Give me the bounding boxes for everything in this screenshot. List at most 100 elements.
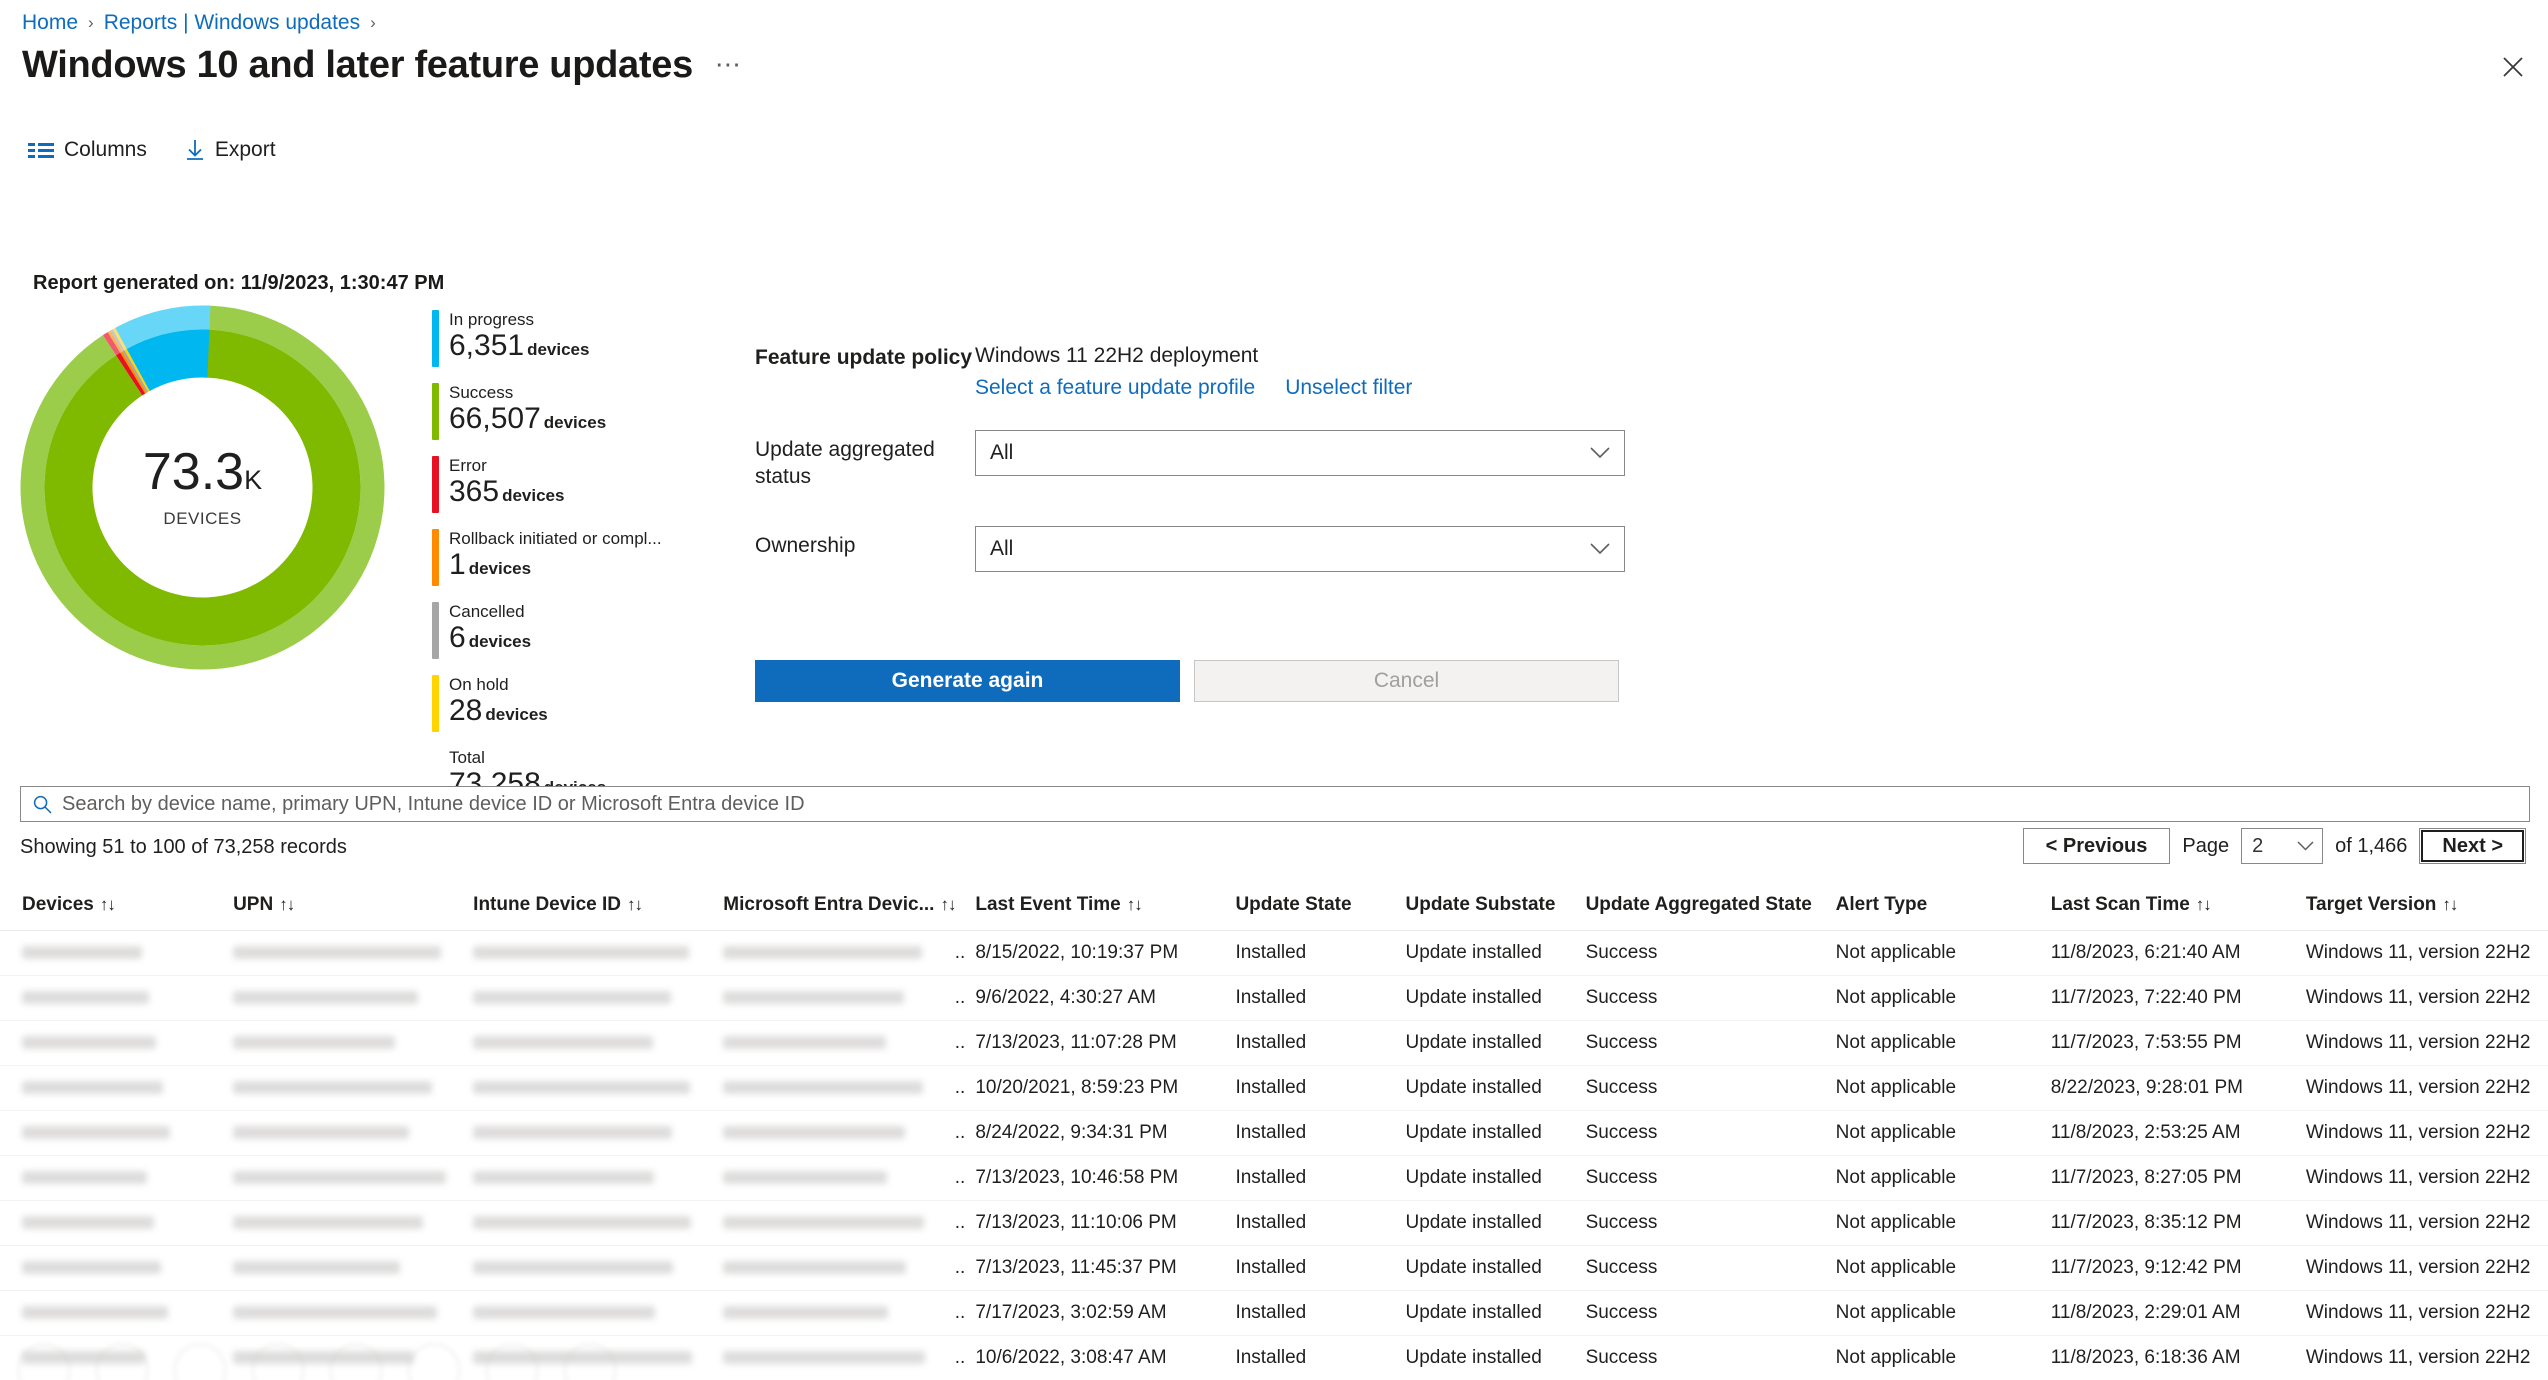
- cell-alert-type: Not applicable: [1827, 975, 2043, 1021]
- column-header-upn[interactable]: UPN ↑↓: [225, 888, 466, 931]
- column-header-last-scan-time[interactable]: Last Scan Time ↑↓: [2042, 888, 2298, 931]
- cell-last-event-time: 8/24/2022, 9:34:31 PM: [967, 1110, 1228, 1156]
- redacted-value: [723, 1036, 887, 1050]
- export-button[interactable]: Export: [183, 134, 278, 166]
- cell-entra-device-id: [715, 975, 946, 1021]
- cell-alert-type: Not applicable: [1827, 1290, 2043, 1336]
- table-row[interactable]: .. 8/15/2022, 10:19:37 PM Installed Update …: [0, 930, 2548, 976]
- cell-last-scan-time: 11/7/2023, 9:12:42 PM: [2042, 1245, 2298, 1291]
- cell-alert-type: Not applicable: [1827, 1335, 2043, 1380]
- generate-again-button[interactable]: Generate again: [755, 660, 1180, 702]
- table-row[interactable]: .. 7/17/2023, 3:02:59 AM Installed Update i…: [0, 1290, 2548, 1336]
- legend-value: 66,507 devices: [449, 402, 607, 435]
- close-icon[interactable]: [2496, 50, 2530, 84]
- select-feature-update-profile-link[interactable]: Select a feature update profile: [975, 376, 1255, 400]
- ownership-select[interactable]: All: [975, 526, 1625, 572]
- column-header-update-aggregated-state[interactable]: Update Aggregated State: [1577, 888, 1828, 931]
- cell-update-aggregated-state: Success: [1577, 1065, 1828, 1111]
- table-row[interactable]: .. 9/6/2022, 4:30:27 AM Installed Update in…: [0, 975, 2548, 1021]
- status-donut-chart: 73.3K DEVICES: [20, 305, 385, 670]
- table-row[interactable]: .. 8/24/2022, 9:34:31 PM Installed Update i…: [0, 1110, 2548, 1156]
- cell-intune-device-id: [465, 1065, 716, 1111]
- redacted-value: [22, 1036, 156, 1050]
- search-bar[interactable]: [20, 786, 2530, 822]
- chevron-down-icon-2: [1590, 543, 1610, 555]
- legend-item-on-hold[interactable]: On hold 28 devices: [432, 675, 702, 732]
- legend-item-error[interactable]: Error 365 devices: [432, 456, 702, 513]
- breadcrumb: Home › Reports | Windows updates ›: [22, 10, 376, 36]
- table-row[interactable]: .. 7/13/2023, 11:10:06 PM Installed Update …: [0, 1200, 2548, 1246]
- cancel-button[interactable]: Cancel: [1194, 660, 1619, 702]
- table-row[interactable]: .. 7/13/2023, 10:46:58 PM Installed Update …: [0, 1155, 2548, 1201]
- cell-devices: [0, 1290, 226, 1336]
- breadcrumb-item-reports[interactable]: Reports | Windows updates: [104, 10, 360, 36]
- legend-color-swatch: [432, 310, 439, 367]
- page-number-value: 2: [2252, 834, 2264, 857]
- redacted-value: [233, 1306, 438, 1320]
- cell-overflow-ellipsis: ..: [945, 1290, 968, 1336]
- redacted-value: [22, 1306, 168, 1320]
- cell-target-version: Windows 11, version 22H2: [2297, 1290, 2548, 1336]
- legend-value: 365 devices: [449, 475, 565, 508]
- aggregated-status-select[interactable]: All: [975, 430, 1625, 476]
- redacted-value: [473, 1261, 674, 1275]
- cell-update-state: Installed: [1227, 930, 1398, 976]
- devices-table: Devices ↑↓ UPN ↑↓ Intune Device ID ↑↓ Micro…: [0, 888, 2548, 1380]
- legend-color-swatch: [432, 602, 439, 659]
- column-header-devices[interactable]: Devices ↑↓: [0, 888, 226, 931]
- cell-intune-device-id: [465, 1200, 716, 1246]
- cell-overflow-ellipsis: ..: [945, 930, 968, 976]
- column-header-update-state[interactable]: Update State: [1227, 888, 1398, 931]
- columns-button[interactable]: Columns: [26, 134, 149, 166]
- legend-value: 1 devices: [449, 548, 532, 581]
- records-count-text: Showing 51 to 100 of 73,258 records: [20, 836, 347, 858]
- cell-devices: [0, 1110, 226, 1156]
- cell-last-scan-time: 11/7/2023, 8:35:12 PM: [2042, 1200, 2298, 1246]
- ownership-label: Ownership: [755, 534, 856, 557]
- page-number-select[interactable]: 2: [2241, 828, 2324, 864]
- previous-page-button[interactable]: < Previous: [2022, 828, 2171, 864]
- sort-icon: ↑↓: [2195, 895, 2212, 914]
- column-header-entra-device-id[interactable]: Microsoft Entra Devic... ↑↓: [715, 888, 956, 931]
- cell-overflow-ellipsis: ..: [945, 1155, 968, 1201]
- search-input[interactable]: [62, 792, 2517, 816]
- cell-target-version: Windows 11, version 22H2: [2297, 1245, 2548, 1291]
- columns-icon: [28, 141, 54, 159]
- cell-alert-type: Not applicable: [1827, 1110, 2043, 1156]
- table-row[interactable]: .. 7/13/2023, 11:07:28 PM Installed Update …: [0, 1020, 2548, 1066]
- legend-item-in-progress[interactable]: In progress 6,351 devices: [432, 310, 702, 367]
- column-header-update-substate[interactable]: Update Substate: [1397, 888, 1578, 931]
- redacted-value: [22, 1081, 163, 1095]
- next-page-button[interactable]: Next >: [2419, 828, 2526, 864]
- cell-entra-device-id: [715, 1200, 946, 1246]
- column-header-intune-device-id[interactable]: Intune Device ID ↑↓: [465, 888, 716, 931]
- column-header-last-event-time[interactable]: Last Event Time ↑↓: [967, 888, 1228, 931]
- cell-upn: [225, 1110, 466, 1156]
- page-label: Page: [2182, 834, 2230, 857]
- cell-target-version: Windows 11, version 22H2: [2297, 1155, 2548, 1201]
- command-bar: Columns Export: [26, 134, 278, 166]
- redacted-value: [723, 1171, 888, 1185]
- column-header-alert-type[interactable]: Alert Type: [1827, 888, 2043, 931]
- cell-alert-type: Not applicable: [1827, 1155, 2043, 1201]
- table-row[interactable]: .. 10/20/2021, 8:59:23 PM Installed Update …: [0, 1065, 2548, 1111]
- legend-label: Error: [449, 456, 487, 475]
- table-row[interactable]: .. 7/13/2023, 11:45:37 PM Installed Update …: [0, 1245, 2548, 1291]
- legend-color-swatch: [432, 529, 439, 586]
- redacted-value: [22, 946, 142, 960]
- legend-item-rollback-initiated-or-compl[interactable]: Rollback initiated or compl... 1 devices: [432, 529, 702, 586]
- cell-update-state: Installed: [1227, 1200, 1398, 1246]
- column-header-target-version[interactable]: Target Version ↑↓: [2297, 888, 2548, 931]
- more-options-button[interactable]: ⋯: [715, 49, 743, 88]
- cell-intune-device-id: [465, 1110, 716, 1156]
- cell-update-aggregated-state: Success: [1577, 1290, 1828, 1336]
- aggregated-status-label: Update aggregated status: [755, 438, 935, 488]
- total-pages-label: of 1,466: [2335, 834, 2408, 857]
- unselect-filter-link[interactable]: Unselect filter: [1285, 376, 1412, 400]
- cell-last-event-time: 10/20/2021, 8:59:23 PM: [967, 1065, 1228, 1111]
- breadcrumb-item-home[interactable]: Home: [22, 10, 78, 36]
- legend-item-cancelled[interactable]: Cancelled 6 devices: [432, 602, 702, 659]
- legend-item-success[interactable]: Success 66,507 devices: [432, 383, 702, 440]
- title-row: Windows 10 and later feature updates ⋯: [22, 42, 743, 88]
- sort-icon: ↑↓: [940, 895, 956, 914]
